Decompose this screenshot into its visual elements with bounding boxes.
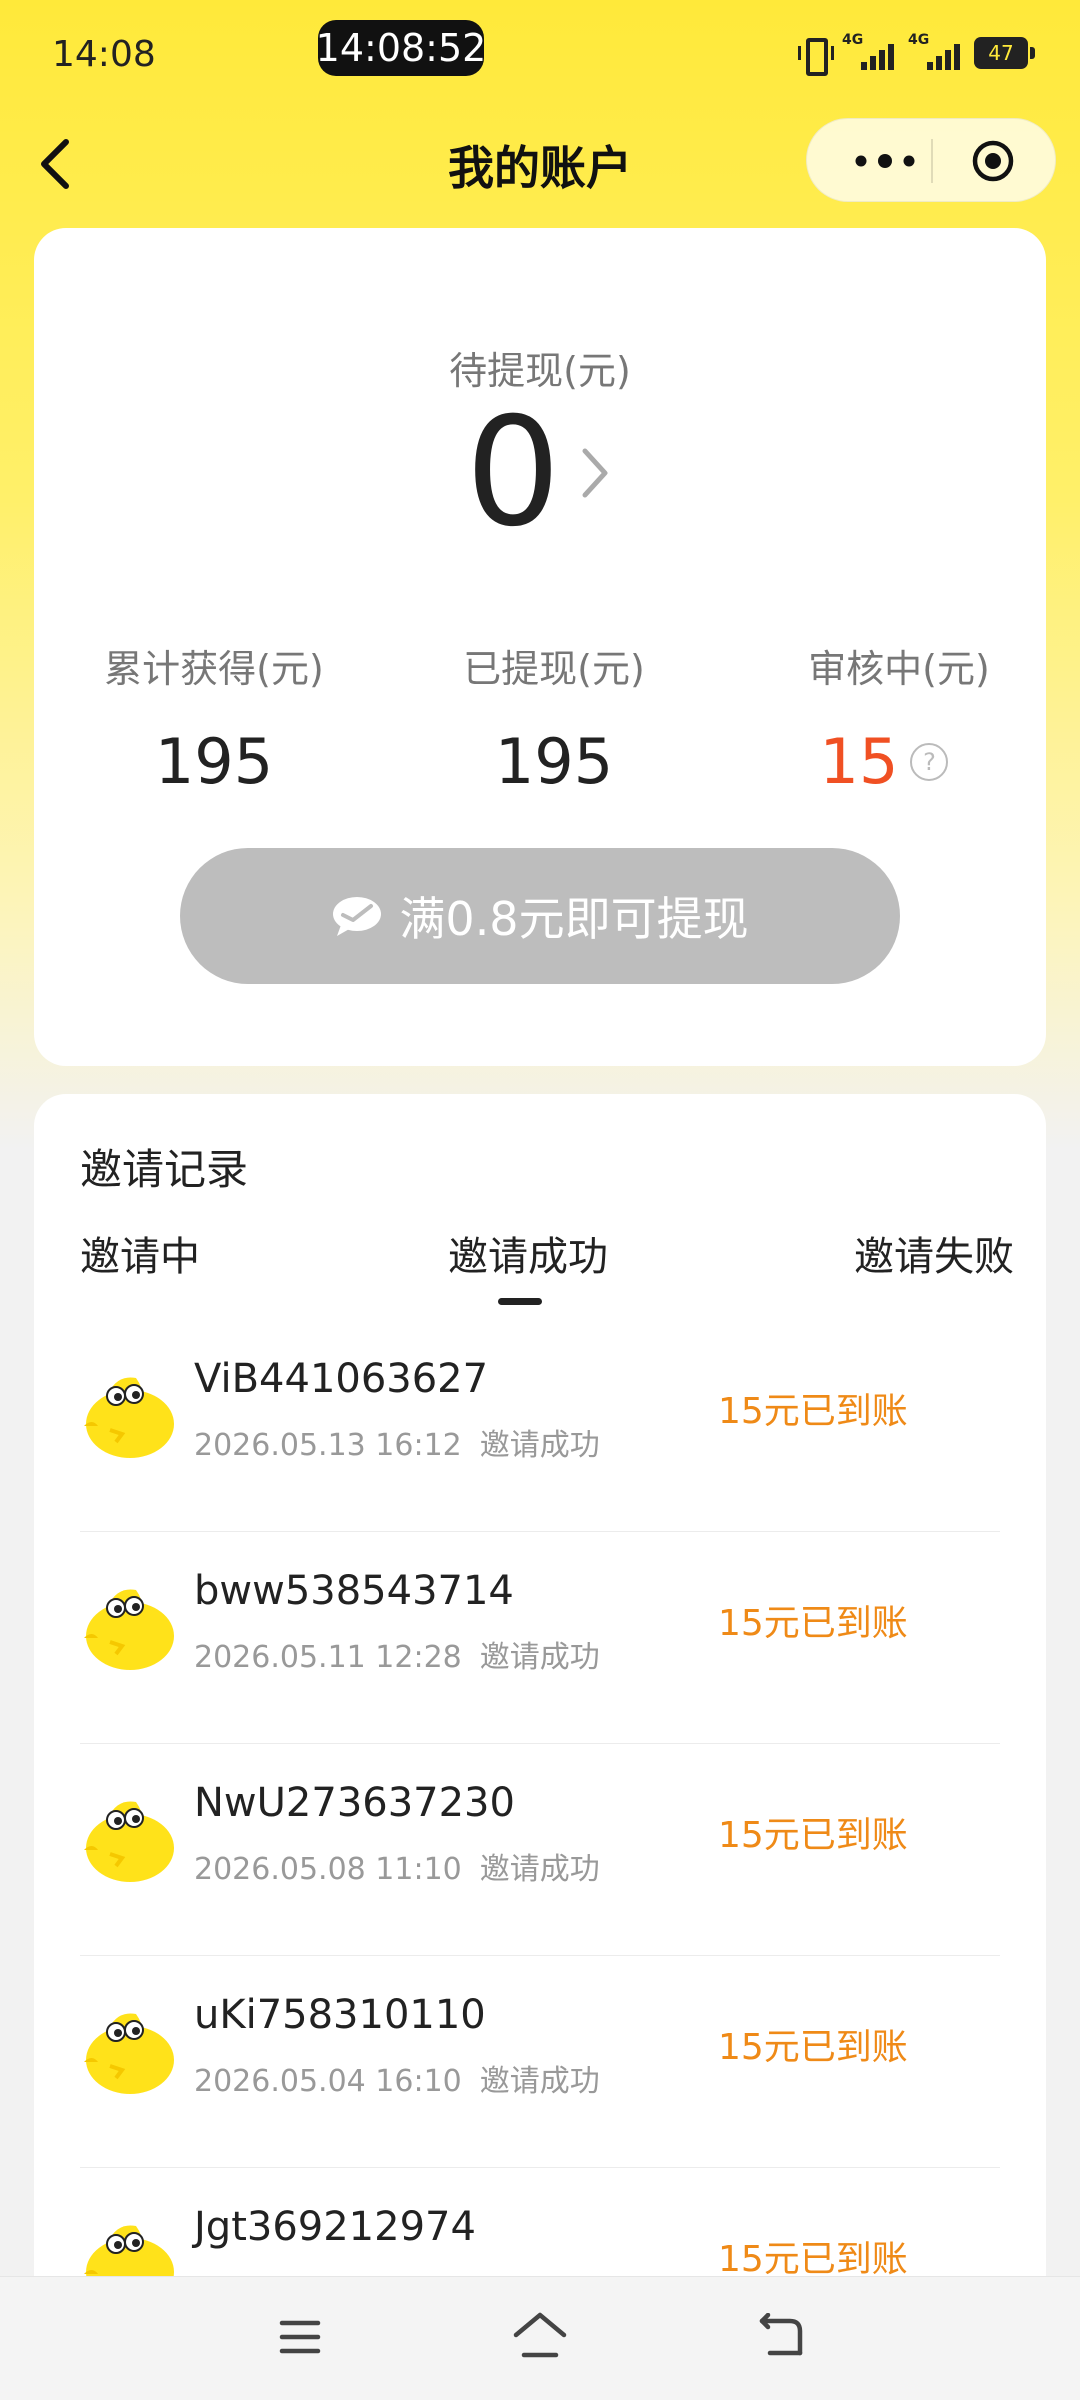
chick-avatar [84, 1801, 174, 1882]
chick-avatar [84, 1589, 174, 1670]
record-name: NwU273637230 [194, 1780, 515, 1826]
record-name: bww538543714 [194, 1568, 514, 1614]
record-meta: 2026.05.08 11:10 邀请成功 [194, 1844, 600, 1888]
record-reward: 15元已到账 [718, 2239, 908, 2280]
record-datetime: 2026.05.04 16:10 [194, 2064, 462, 2099]
invite-records-card: 邀请记录 邀请中 邀请成功 邀请失败 ViB441063627 2026.05.… [34, 1094, 1046, 2400]
record-status: 邀请成功 [479, 2064, 600, 2099]
system-nav-bar [0, 2276, 1080, 2400]
record-reward: 15元已到账 [718, 1603, 908, 1644]
menu-icon[interactable] [278, 2317, 322, 2357]
chick-avatar [84, 2013, 174, 2094]
stat-withdrawn: 已提现(元) 195 [454, 638, 654, 798]
more-dots-icon[interactable] [847, 145, 937, 177]
pending-value: 0 [465, 386, 561, 560]
list-item[interactable]: uKi758310110 2026.05.04 16:10 邀请成功 15元已到账 [80, 1956, 1000, 2168]
record-status: 邀请成功 [479, 1852, 600, 1887]
record-meta: 2026.05.11 12:28 邀请成功 [194, 1632, 600, 1676]
record-list: ViB441063627 2026.05.13 16:12 邀请成功 15元已到账… [80, 1320, 1000, 2380]
records-title: 邀请记录 [80, 1145, 249, 1194]
battery-icon: 47 [974, 37, 1035, 69]
tab-success[interactable]: 邀请成功 [448, 1224, 608, 1282]
record-reward: 15元已到账 [718, 1391, 908, 1432]
signal-icon-2: 4G [908, 32, 960, 70]
record-meta: 2026.05.13 16:12 邀请成功 [194, 1420, 600, 1464]
stat-review: 审核中(元) 15 ? [784, 638, 1014, 798]
chevron-left-icon[interactable] [34, 134, 78, 194]
stat-total: 累计获得(元) 195 [104, 638, 324, 798]
signal-icon-1: 4G [842, 32, 894, 70]
status-clock-pill: 14:08:52 [316, 20, 486, 76]
page-title: 我的账户 [448, 141, 632, 195]
stat-withdrawn-value: 195 [494, 725, 614, 798]
status-bar: 14:08 14:08:52 4G 4G 47 [0, 0, 1080, 110]
record-meta: 2026.05.04 16:10 邀请成功 [194, 2056, 600, 2100]
record-status: 邀请成功 [479, 1640, 600, 1675]
record-datetime: 2026.05.11 12:28 [194, 1640, 462, 1675]
capsule-divider [931, 139, 933, 183]
target-icon[interactable] [971, 139, 1015, 183]
pending-amount-link[interactable]: 0 [34, 398, 1046, 548]
chick-avatar [84, 1377, 174, 1458]
stat-review-value: 15 [819, 725, 899, 798]
wechat-pay-icon [333, 897, 382, 936]
status-time: 14:08 [52, 34, 156, 75]
stat-review-label: 审核中(元) [808, 647, 990, 691]
record-datetime: 2026.05.08 11:10 [194, 1852, 462, 1887]
status-icons: 4G 4G 47 [798, 32, 1035, 76]
tab-active-indicator [498, 1298, 542, 1305]
list-item[interactable]: NwU273637230 2026.05.08 11:10 邀请成功 15元已到账 [80, 1744, 1000, 1956]
mini-program-capsule [806, 118, 1056, 202]
home-icon[interactable] [512, 2311, 568, 2361]
vibrate-icon [798, 36, 834, 76]
withdraw-button-label: 满0.8元即可提现 [399, 892, 749, 946]
chevron-right-icon [582, 448, 608, 498]
list-item[interactable]: bww538543714 2026.05.11 12:28 邀请成功 15元已到账 [80, 1532, 1000, 1744]
record-name: ViB441063627 [194, 1356, 489, 1402]
record-datetime: 2026.05.13 16:12 [194, 1428, 462, 1463]
record-status: 邀请成功 [479, 1428, 600, 1463]
record-reward: 15元已到账 [718, 2027, 908, 2068]
stat-withdrawn-label: 已提现(元) [463, 647, 645, 691]
account-card: 待提现(元) 0 累计获得(元) 195 已提现(元) 195 审核中(元) 1… [34, 228, 1046, 1066]
question-circle-icon[interactable]: ? [910, 742, 949, 781]
stat-total-label: 累计获得(元) [104, 647, 324, 691]
record-reward: 15元已到账 [718, 1815, 908, 1856]
withdraw-button[interactable]: 满0.8元即可提现 [180, 848, 900, 984]
record-name: uKi758310110 [194, 1992, 486, 2038]
back-icon[interactable] [756, 2313, 804, 2359]
record-name: Jgt369212974 [194, 2204, 476, 2250]
stat-total-value: 195 [154, 725, 274, 798]
tab-inviting[interactable]: 邀请中 [80, 1224, 200, 1282]
list-item[interactable]: ViB441063627 2026.05.13 16:12 邀请成功 15元已到账 [80, 1320, 1000, 1532]
tab-failed[interactable]: 邀请失败 [854, 1224, 1014, 1282]
